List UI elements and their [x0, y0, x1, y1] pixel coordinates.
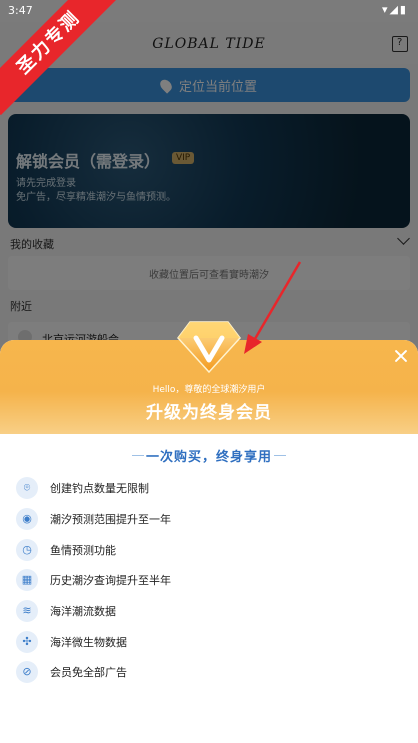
feature-label: 鱼情预测功能: [50, 544, 116, 557]
close-icon[interactable]: [394, 349, 408, 363]
system-icons: ▾◢▮: [381, 3, 408, 16]
feature-label: 海洋潮流数据: [50, 605, 116, 618]
feature-label: 会员免全部广告: [50, 666, 127, 679]
feature-item: ▦ 历史潮汐查询提升至半年: [16, 568, 396, 592]
feature-label: 创建钓点数量无限制: [50, 482, 149, 495]
feature-label: 海洋微生物数据: [50, 636, 127, 649]
feature-label: 潮汐预测范围提升至一年: [50, 513, 171, 526]
feature-item: ⌾ 创建钓点数量无限制: [16, 476, 396, 500]
corner-ribbon: 圣力专测: [0, 0, 120, 120]
greeting-text: Hello，尊敬的全球潮汐用户: [152, 385, 266, 395]
eye-icon: ◉: [16, 508, 38, 530]
feature-item: ✣ 海洋微生物数据: [16, 630, 396, 654]
location-pin-icon: ⌾: [16, 477, 38, 499]
upgrade-title: 升级为终身会员: [146, 403, 272, 423]
membership-sheet: Hello，尊敬的全球潮汐用户 升级为终身会员 一次购买，终身享用 ⌾ 创建钓点…: [0, 340, 418, 743]
calendar-icon: ▦: [16, 569, 38, 591]
feature-item: ⊘ 会员免全部广告: [16, 660, 396, 684]
feature-item: ≋ 海洋潮流数据: [16, 599, 396, 623]
waves-icon: ≋: [16, 600, 38, 622]
feature-item: ◷ 鱼情预测功能: [16, 538, 396, 562]
feature-label: 历史潮汐查询提升至半年: [50, 574, 171, 587]
feature-item: ◉ 潮汐预测范围提升至一年: [16, 507, 396, 531]
clock-icon: ◷: [16, 539, 38, 561]
ribbon-text: 圣力专测: [0, 0, 120, 116]
divider-right: [274, 455, 286, 456]
once-purchase-title: 一次购买，终身享用: [145, 450, 272, 465]
microbe-icon: ✣: [16, 631, 38, 653]
annotation-arrow: [244, 261, 302, 354]
no-ads-icon: ⊘: [16, 661, 38, 683]
